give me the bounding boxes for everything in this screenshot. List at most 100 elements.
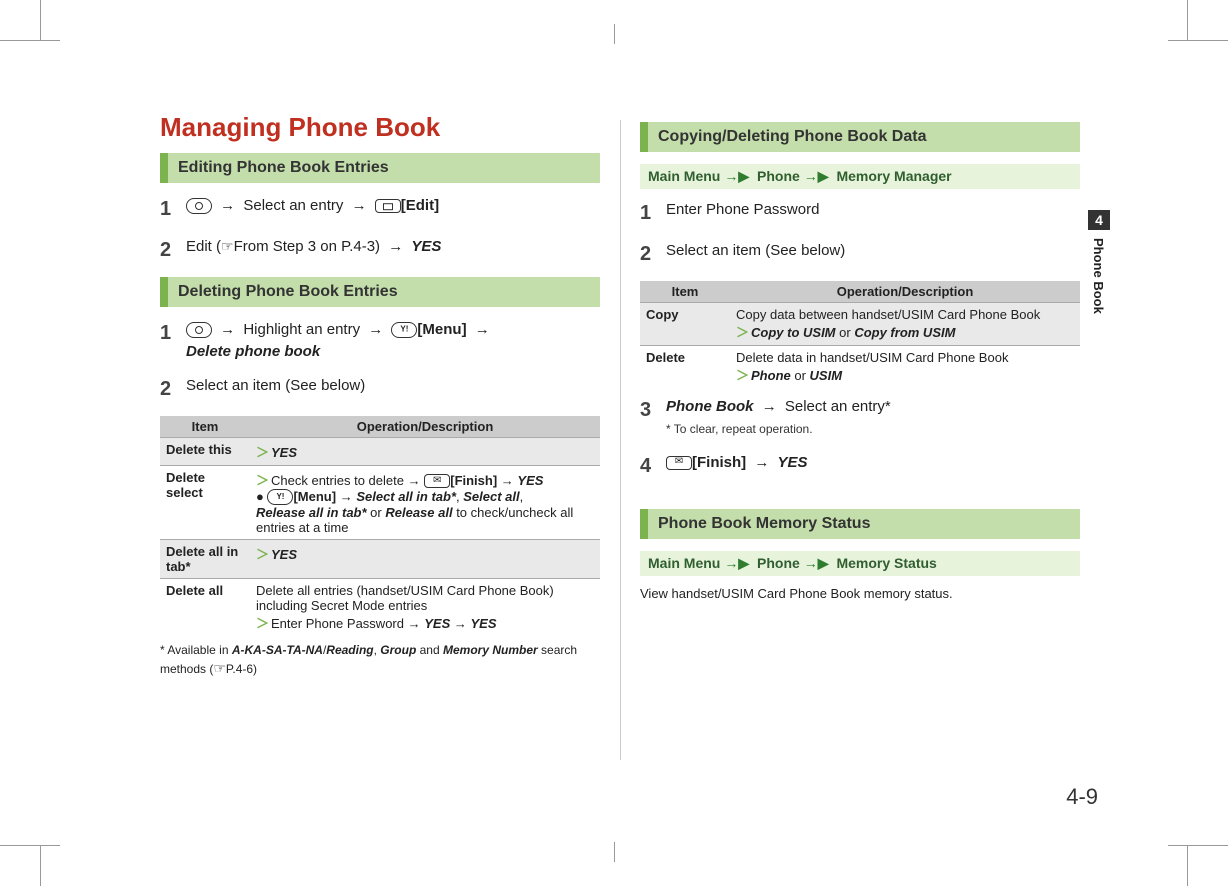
step-number: 2 [160,236,186,265]
triangle-icon: ▶ [724,555,749,571]
text: Copy data between handset/USIM Card Phon… [736,307,1040,322]
cropmark [40,0,41,40]
delete-phonebook-label: Delete phone book [186,343,320,360]
yes-label: YES [778,454,808,471]
step-number: 3 [640,396,666,440]
arrow-icon [475,321,490,338]
chevron-icon: ＞ [256,442,269,461]
text: Edit ( [186,238,221,255]
delete-options-table: Item Operation/Description Delete this ＞… [160,416,600,637]
pointer-icon [213,659,226,679]
section-editing: Editing Phone Book Entries [160,153,600,183]
cropmark [0,40,60,41]
text: Select an entry* [785,398,891,415]
copy-step-4: 4 [Finish] YES [640,452,1080,481]
right-column: Copying/Deleting Phone Book Data Main Me… [640,112,1080,678]
th-op: Operation/Description [730,281,1080,303]
opt: Select all [463,489,519,504]
arrow-icon [388,238,403,255]
cropmark [1187,846,1188,886]
arrow-icon [754,454,769,471]
text: or [836,325,855,340]
table-row: Copy Copy data between handset/USIM Card… [640,303,1080,346]
copy-delete-table: Item Operation/Description Copy Copy dat… [640,281,1080,388]
copy-step-2: 2 Select an item (See below) [640,240,1080,269]
cell-item: Delete all [160,579,250,637]
section-memory-status: Phone Book Memory Status [640,509,1080,539]
th-item: Item [640,281,730,303]
triangle-icon: ▶ [724,168,749,184]
left-column: Managing Phone Book Editing Phone Book E… [160,112,600,678]
section-deleting: Deleting Phone Book Entries [160,277,600,307]
cropmark [1168,40,1228,41]
multi-selector-icon [186,322,212,338]
text: Enter Phone Password [271,616,404,631]
step-number: 4 [640,452,666,481]
delete-step-1: 1 Highlight an entry [Menu] Delete phone… [160,319,600,363]
y-key-icon [391,322,417,338]
menu-label: [Menu] [417,321,466,338]
table-header-row: Item Operation/Description [640,281,1080,303]
opt: Memory Number [443,643,538,657]
cell-item: Delete select [160,465,250,540]
text: Highlight an entry [243,321,360,338]
tv-key-icon [375,199,401,213]
chevron-icon: ＞ [256,544,269,563]
cell-op: Delete all entries (handset/USIM Card Ph… [250,579,600,637]
table-row: Delete Delete data in handset/USIM Card … [640,346,1080,389]
chapter-label: Phone Book [1088,230,1109,322]
copy-step-1: 1 Enter Phone Password [640,199,1080,228]
chevron-icon: ＞ [736,365,749,384]
crumb: Phone [757,168,800,184]
page-number: 4-9 [1066,784,1098,810]
finish-label: [Finish] [450,473,497,488]
opt: Release all in tab* [256,505,367,520]
cell-op: ＞YES [250,540,600,579]
text: or [791,368,810,383]
text: Delete data in handset/USIM Card Phone B… [736,350,1008,365]
cell-item: Delete this [160,437,250,465]
step-body: Select an entry [Edit] [186,195,439,224]
crumb: Main Menu [648,168,720,184]
cell-op: ＞Check entries to delete [Finish] YES ● … [250,465,600,540]
cell-item: Copy [640,303,730,346]
opt: Reading [326,643,373,657]
arrow-icon [368,321,383,338]
yes-label: YES [411,238,441,255]
yes-label: YES [271,547,297,562]
text: Select an entry [243,197,343,214]
arrow-icon [408,473,421,488]
crumb: Memory Manager [836,168,951,184]
cell-op: ＞YES [250,437,600,465]
chevron-icon: ＞ [256,613,269,632]
text: * Available in [160,643,232,657]
cell-item: Delete all in tab* [160,540,250,579]
arrow-icon [408,616,421,631]
cropmark [0,845,60,846]
breadcrumb-memory-manager: Main Menu▶ Phone▶ Memory Manager [640,164,1080,189]
step-number: 1 [160,195,186,224]
multi-selector-icon [186,198,212,214]
cropmark [1168,845,1228,846]
content: Managing Phone Book Editing Phone Book E… [160,112,1080,678]
cropmark [614,842,615,862]
edit-label: [Edit] [401,197,439,214]
yes-label: YES [471,616,497,631]
table-row: Delete select ＞Check entries to delete [… [160,465,600,540]
yes-label: YES [424,616,450,631]
cropmark [614,24,615,44]
edit-step-1: 1 Select an entry [Edit] [160,195,600,224]
th-item: Item [160,416,250,438]
chevron-icon: ＞ [736,322,749,341]
page-title: Managing Phone Book [160,112,600,143]
step-body: Select an item (See below) [186,375,365,404]
crumb: Phone [757,555,800,571]
step-body: Phone Book Select an entry* * To clear, … [666,396,891,440]
copy-step-3: 3 Phone Book Select an entry* * To clear… [640,396,1080,440]
table-row: Delete all in tab* ＞YES [160,540,600,579]
finish-label: [Finish] [692,454,746,471]
triangle-icon: ▶ [804,168,829,184]
edit-step-2: 2 Edit (From Step 3 on P.4-3) YES [160,236,600,265]
crumb: Memory Status [836,555,936,571]
opt: A-KA-SA-TA-NA [232,643,323,657]
